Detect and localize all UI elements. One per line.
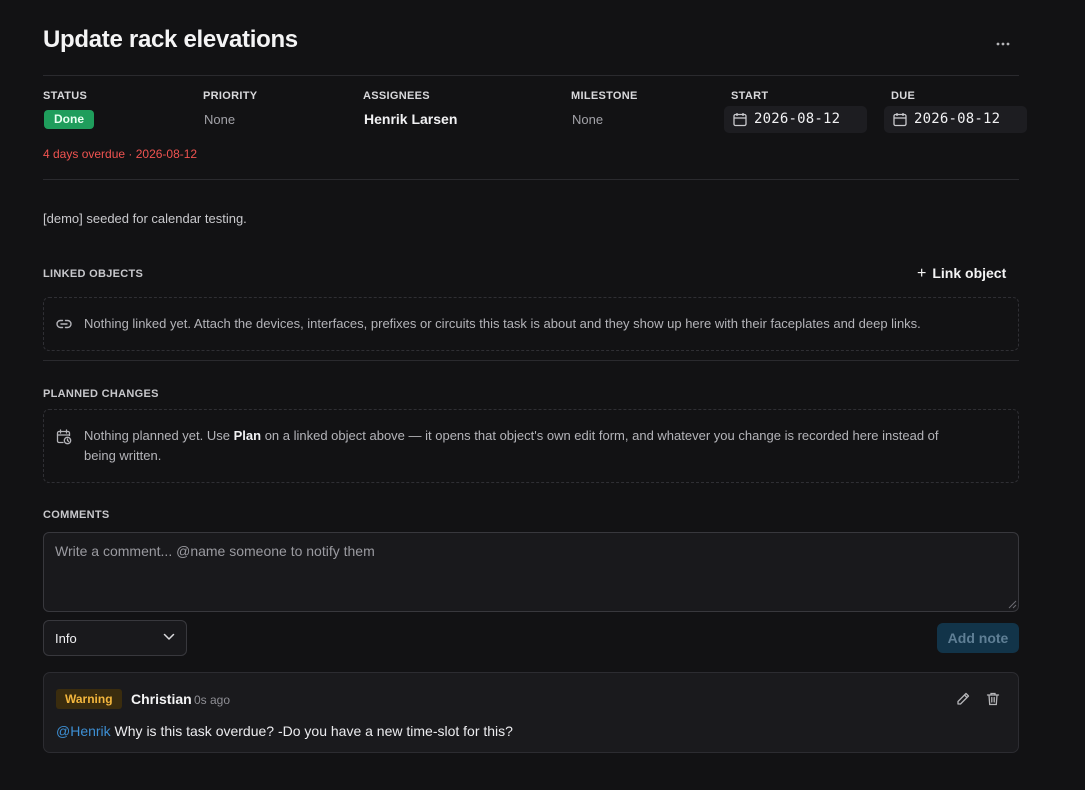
comments-label: COMMENTS <box>43 509 110 521</box>
more-options-button[interactable] <box>990 34 1016 54</box>
planned-changes-label: PLANNED CHANGES <box>43 388 159 400</box>
comment-input[interactable] <box>43 532 1019 612</box>
start-date-value: 2026-08-12 <box>754 111 841 127</box>
due-date-picker[interactable]: 2026-08-12 <box>884 106 1027 133</box>
fields-divider <box>43 179 1019 180</box>
comment-mention[interactable]: @Henrik <box>56 723 111 739</box>
comment-level-select[interactable]: Info <box>43 620 187 656</box>
comment-body: @Henrik Why is this task overdue? -Do yo… <box>56 723 513 739</box>
page-title: Update rack elevations <box>43 26 298 53</box>
resize-grip-icon[interactable] <box>1008 600 1017 609</box>
linked-objects-empty: Nothing linked yet. Attach the devices, … <box>43 297 1019 351</box>
milestone-label: MILESTONE <box>571 90 638 102</box>
calendar-icon <box>893 113 907 127</box>
start-label: START <box>731 90 769 102</box>
plus-icon: + <box>917 265 927 282</box>
planned-changes-empty: Nothing planned yet. Use Plan on a linke… <box>43 409 1019 483</box>
assignees-label: ASSIGNEES <box>363 90 430 102</box>
calendar-icon <box>733 113 747 127</box>
chevron-down-icon <box>163 633 175 640</box>
link-icon <box>56 319 72 329</box>
comment-timestamp: 0s ago <box>194 693 231 707</box>
header-divider <box>43 75 1019 76</box>
comment-author: Christian <box>131 691 192 707</box>
comment-text: Why is this task overdue? -Do you have a… <box>110 723 513 739</box>
add-note-button[interactable]: Add note <box>937 623 1019 653</box>
linked-objects-empty-text: Nothing linked yet. Attach the devices, … <box>84 316 921 331</box>
overdue-notice: 4 days overdue · 2026-08-12 <box>43 147 198 161</box>
due-date-value: 2026-08-12 <box>914 111 1001 127</box>
task-description: [demo] seeded for calendar testing. <box>43 211 247 226</box>
edit-icon[interactable] <box>955 691 971 707</box>
trash-icon[interactable] <box>985 691 1001 707</box>
status-badge[interactable]: Done <box>44 110 94 129</box>
start-date-picker[interactable]: 2026-08-12 <box>724 106 867 133</box>
comment-level-value: Info <box>55 631 77 646</box>
linked-divider <box>43 360 1019 361</box>
link-object-label: Link object <box>932 265 1007 281</box>
priority-value[interactable]: None <box>204 112 235 127</box>
status-label: STATUS <box>43 90 88 102</box>
comment-item: Warning Christian 0s ago @Henrik Why is … <box>43 672 1019 753</box>
milestone-value[interactable]: None <box>572 112 603 127</box>
linked-objects-label: LINKED OBJECTS <box>43 268 144 280</box>
priority-label: PRIORITY <box>203 90 258 102</box>
due-label: DUE <box>891 90 916 102</box>
more-horizontal-icon <box>996 42 1010 46</box>
comment-level-badge: Warning <box>56 689 122 709</box>
planned-changes-empty-text: Nothing planned yet. Use Plan on a linke… <box>84 428 939 463</box>
assignee-value[interactable]: Henrik Larsen <box>364 111 457 127</box>
calendar-clock-icon <box>56 429 72 445</box>
link-object-button[interactable]: + Link object <box>917 265 1006 283</box>
